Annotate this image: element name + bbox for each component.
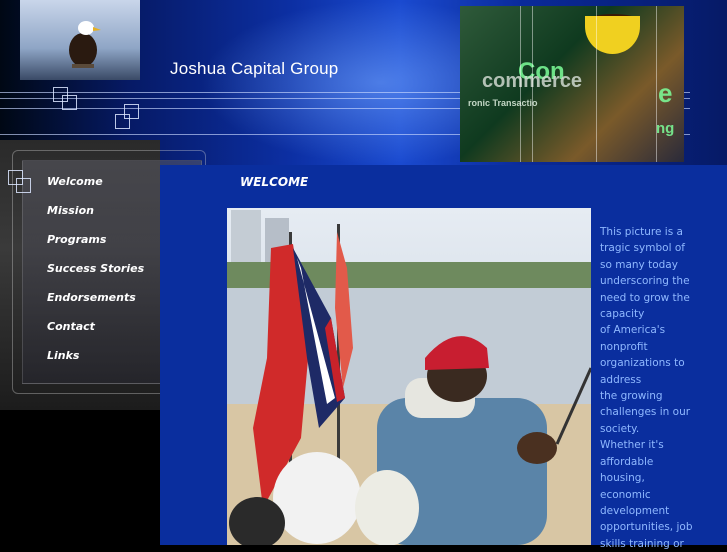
collage-word: e bbox=[658, 78, 673, 108]
eagle-icon bbox=[69, 21, 101, 68]
deco-square bbox=[62, 95, 77, 110]
collage-line bbox=[596, 6, 597, 162]
caption-line: so many today bbox=[600, 258, 678, 271]
nav-item-links[interactable]: Links bbox=[47, 349, 79, 362]
commerce-collage-image: Con commerce ronic Transactio e ng bbox=[460, 6, 684, 162]
nav-item-endorsements[interactable]: Endorsements bbox=[47, 291, 136, 304]
caption-line: the growing bbox=[600, 390, 663, 403]
caption-line: economic bbox=[600, 488, 651, 501]
collage-word: ng bbox=[656, 120, 675, 137]
featured-photo bbox=[227, 208, 591, 545]
caption-line: address bbox=[600, 373, 642, 386]
collage-word: ronic Transactio bbox=[468, 98, 538, 108]
caption-line: tragic symbol of bbox=[600, 242, 685, 255]
caption-line: nonprofit bbox=[600, 340, 648, 353]
deco-square bbox=[16, 178, 31, 193]
nav-item-contact[interactable]: Contact bbox=[47, 320, 95, 333]
caption-line: need to grow the bbox=[600, 291, 690, 304]
caption-line: This picture is a bbox=[600, 226, 683, 238]
caption-line: development bbox=[600, 504, 670, 517]
caption-line: capacity bbox=[600, 308, 645, 321]
caption-line: affordable bbox=[600, 455, 654, 468]
nav-item-success-stories[interactable]: Success Stories bbox=[47, 262, 144, 275]
caption-line: Whether it's bbox=[600, 439, 664, 452]
nav-item-welcome[interactable]: Welcome bbox=[47, 175, 103, 188]
caption-line: underscoring the bbox=[600, 275, 690, 288]
coffee-cup-body bbox=[585, 16, 640, 54]
fisherman-with-flags-illustration bbox=[227, 210, 591, 545]
sidebar-bottom bbox=[0, 410, 160, 545]
caption-line: society. bbox=[600, 422, 640, 435]
deco-square bbox=[124, 104, 139, 119]
collage-line bbox=[520, 6, 521, 162]
company-name: Joshua Capital Group bbox=[170, 59, 339, 78]
caption-line: of America's bbox=[600, 324, 666, 337]
collage-line bbox=[656, 6, 657, 162]
eagle-photo bbox=[20, 0, 140, 80]
caption-line: skills training or bbox=[600, 537, 684, 550]
nav-item-mission[interactable]: Mission bbox=[47, 204, 94, 217]
caption-line: opportunities, job bbox=[600, 521, 693, 534]
nav-item-programs[interactable]: Programs bbox=[47, 233, 106, 246]
collage-line bbox=[532, 6, 533, 162]
caption-line: challenges in our bbox=[600, 406, 691, 419]
page-title: WELCOME bbox=[240, 175, 309, 189]
header-light-effect bbox=[200, 0, 500, 165]
photo-caption: This picture is a tragic symbol of so ma… bbox=[600, 224, 722, 552]
caption-line: organizations to bbox=[600, 357, 685, 370]
caption-line: housing, bbox=[600, 472, 645, 485]
